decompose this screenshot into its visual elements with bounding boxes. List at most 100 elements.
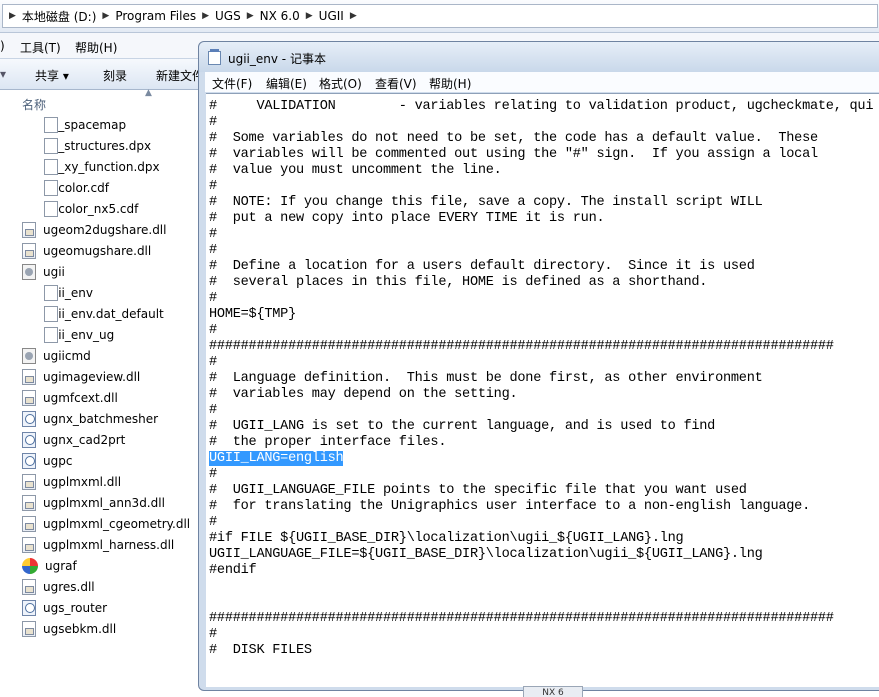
menu-item-help[interactable]: 帮助(H) <box>429 75 471 92</box>
list-item[interactable]: ugs_router <box>22 597 107 618</box>
list-item[interactable]: ugplmxml_harness.dll <box>22 534 174 555</box>
file-name: ugnx_cad2prt <box>43 432 126 447</box>
list-item[interactable]: ugii_env_ug <box>22 324 114 345</box>
address-box[interactable]: ▶ 本地磁盘 (D:) ▶ Program Files ▶ UGS ▶ NX 6… <box>2 4 878 28</box>
list-item[interactable]: ugcolor.cdf <box>22 177 109 198</box>
chevron-right-icon[interactable]: ▶ <box>9 11 16 21</box>
line-text: # NOTE: If you change this file, save a … <box>209 195 763 210</box>
text-line: # <box>209 515 873 531</box>
menu-item-tools[interactable]: 工具(T) <box>20 39 61 56</box>
breadcrumb-drive-d[interactable]: 本地磁盘 (D:) <box>22 8 96 25</box>
text-line: # NOTE: If you change this file, save a … <box>209 195 873 211</box>
list-item[interactable]: ugmfcext.dll <box>22 387 118 408</box>
list-item[interactable]: ug_spacemap <box>22 114 126 135</box>
list-item[interactable]: ug_structures.dpx <box>22 135 151 156</box>
chevron-right-icon[interactable]: ▶ <box>247 11 254 21</box>
line-text: # VALIDATION - variables relating to val… <box>209 99 874 114</box>
new-folder-button[interactable]: 新建文件 <box>156 67 204 84</box>
dll-file-icon <box>22 494 36 511</box>
text-line: # <box>209 627 873 643</box>
menu-item-partial[interactable]: ) <box>0 39 5 53</box>
list-item[interactable]: ugnx_batchmesher <box>22 408 158 429</box>
text-line: # variables will be commented out using … <box>209 147 873 163</box>
list-item[interactable]: ugeomugshare.dll <box>22 240 151 261</box>
line-text: # UGII_LANG is set to the current langua… <box>209 419 716 434</box>
list-item[interactable]: ugraf <box>22 555 77 576</box>
line-text: # <box>209 179 217 194</box>
chevron-right-icon[interactable]: ▶ <box>202 11 209 21</box>
window-title: ugii_env - 记事本 <box>228 52 326 66</box>
list-item[interactable]: ugii <box>22 261 65 282</box>
line-text: # put a new copy into place EVERY TIME i… <box>209 211 605 226</box>
text-line: # Define a location for a users default … <box>209 259 873 275</box>
text-line: # Language definition. This must be done… <box>209 371 873 387</box>
dll-file-icon <box>22 368 36 385</box>
text-line: # the proper interface files. <box>209 435 873 451</box>
list-item[interactable]: ugcolor_nx5.cdf <box>22 198 138 219</box>
text-line: # value you must uncomment the line. <box>209 163 873 179</box>
list-item[interactable]: ugii_env <box>22 282 93 303</box>
list-item[interactable]: ug_xy_function.dpx <box>22 156 160 177</box>
line-text: # <box>209 243 217 258</box>
list-item[interactable]: ugimageview.dll <box>22 366 140 387</box>
chevron-right-icon[interactable]: ▶ <box>306 11 313 21</box>
text-line: # <box>209 115 873 131</box>
text-line: # UGII_LANG is set to the current langua… <box>209 419 873 435</box>
list-item[interactable]: ugplmxml.dll <box>22 471 121 492</box>
list-item[interactable]: ugeom2dugshare.dll <box>22 219 166 240</box>
list-item[interactable]: ugplmxml_cgeometry.dll <box>22 513 190 534</box>
command-file-icon <box>22 347 36 364</box>
file-name: ugii_env.dat_default <box>43 306 164 321</box>
breadcrumb-nx6[interactable]: NX 6.0 <box>260 9 300 23</box>
breadcrumb-program-files[interactable]: Program Files <box>115 9 196 23</box>
list-item[interactable]: ugsebkm.dll <box>22 618 116 639</box>
list-item[interactable]: ugres.dll <box>22 576 95 597</box>
text-line: # for translating the Unigraphics user i… <box>209 499 873 515</box>
editor-content[interactable]: # VALIDATION - variables relating to val… <box>209 99 874 659</box>
chevron-right-icon[interactable]: ▶ <box>350 11 357 21</box>
menu-item-format[interactable]: 格式(O) <box>319 75 362 92</box>
list-item[interactable]: ugpc <box>22 450 72 471</box>
text-line: # <box>209 403 873 419</box>
line-text: #if FILE ${UGII_BASE_DIR}\localization\u… <box>209 531 684 546</box>
dll-file-icon <box>22 473 36 490</box>
menu-item-view[interactable]: 查看(V) <box>375 75 417 92</box>
menu-item-file[interactable]: 文件(F) <box>212 75 252 92</box>
column-name-header[interactable]: 名称 <box>22 96 46 113</box>
list-item[interactable]: ugii_env.dat_default <box>22 303 164 324</box>
burn-button[interactable]: 刻录 <box>103 67 127 84</box>
command-file-icon <box>22 263 36 280</box>
ugraf-app-icon <box>22 557 38 574</box>
breadcrumb-ugii[interactable]: UGII <box>319 9 344 23</box>
file-icon <box>44 284 58 301</box>
chevron-down-icon[interactable]: ▾ <box>0 67 6 81</box>
line-text: # <box>209 323 217 338</box>
file-name: ugiicmd <box>43 348 91 363</box>
file-icon <box>44 326 58 343</box>
line-text: # DISK FILES <box>209 643 312 658</box>
line-text: # variables may depend on the setting. <box>209 387 518 402</box>
text-line: # <box>209 291 873 307</box>
dll-file-icon <box>22 620 36 637</box>
file-name: ugs_router <box>43 600 108 615</box>
text-line: # <box>209 227 873 243</box>
file-name: ugplmxml_harness.dll <box>43 537 175 552</box>
notepad-title-bar[interactable]: ugii_env - 记事本 <box>199 42 879 72</box>
menu-item-edit[interactable]: 编辑(E) <box>266 75 307 92</box>
list-item[interactable]: ugplmxml_ann3d.dll <box>22 492 165 513</box>
file-icon <box>44 137 58 154</box>
application-icon <box>22 431 36 448</box>
text-line: # <box>209 243 873 259</box>
breadcrumb-ugs[interactable]: UGS <box>215 9 241 23</box>
share-button[interactable]: 共享 ▾ <box>35 67 69 84</box>
text-line: ########################################… <box>209 339 873 355</box>
chevron-right-icon[interactable]: ▶ <box>102 11 109 21</box>
dll-file-icon <box>22 536 36 553</box>
text-line: # several places in this file, HOME is d… <box>209 275 873 291</box>
text-editor-area[interactable]: # VALIDATION - variables relating to val… <box>206 93 879 687</box>
text-line: #if FILE ${UGII_BASE_DIR}\localization\u… <box>209 531 873 547</box>
menu-item-help[interactable]: 帮助(H) <box>75 39 117 56</box>
list-item[interactable]: ugnx_cad2prt <box>22 429 125 450</box>
list-item[interactable]: ugiicmd <box>22 345 91 366</box>
taskbar-button[interactable]: NX 6 <box>523 686 583 697</box>
